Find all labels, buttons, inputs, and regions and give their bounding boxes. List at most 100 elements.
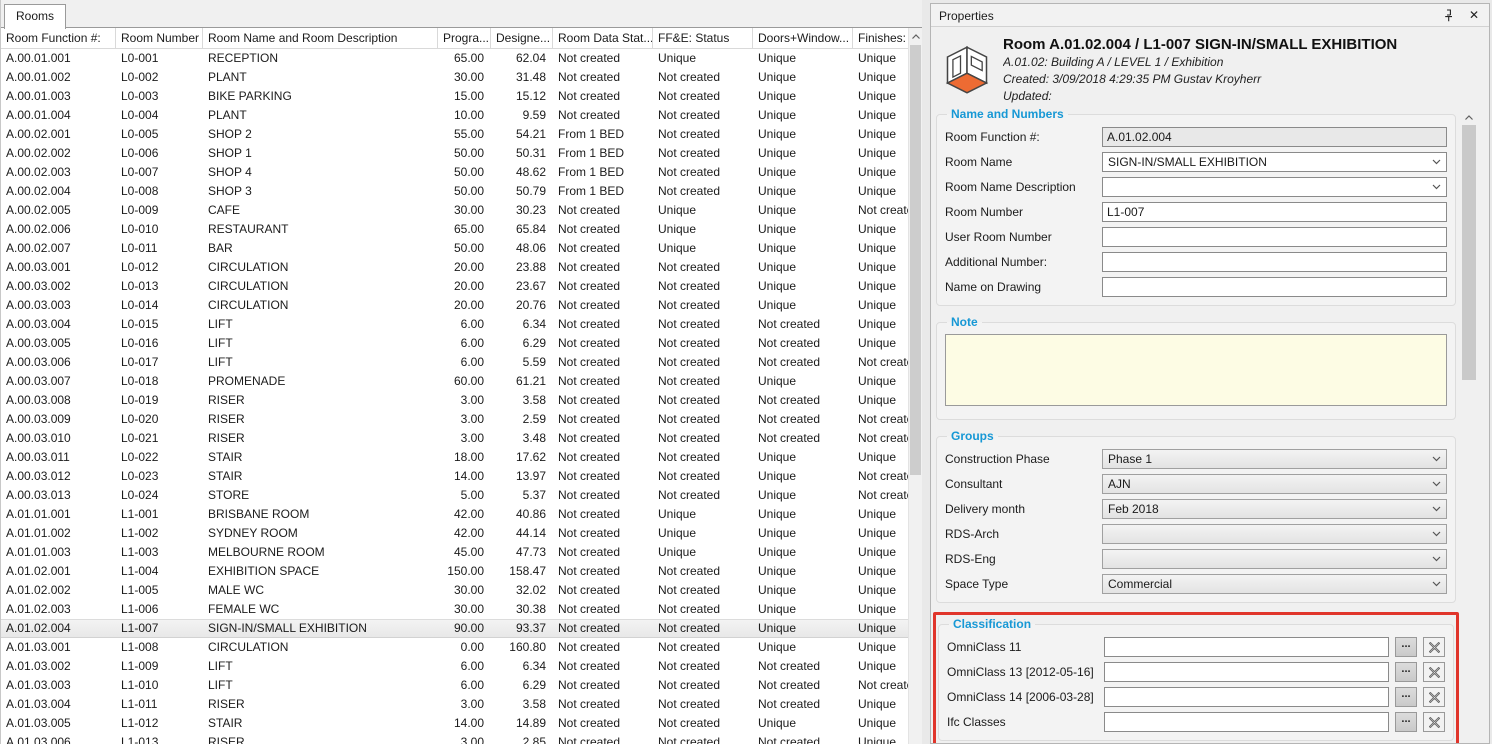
table-row[interactable]: A.00.02.004 L0-008 SHOP 3 50.00 50.79 Fr… [1, 182, 909, 201]
table-row[interactable]: A.01.02.004 L1-007 SIGN-IN/SMALL EXHIBIT… [1, 619, 909, 638]
group-field-select[interactable]: AJN [1102, 474, 1447, 494]
table-row[interactable]: A.01.03.003 L1-010 LIFT 6.00 6.29 Not cr… [1, 676, 909, 695]
browse-button[interactable]: ... [1395, 687, 1417, 707]
user-room-number-field[interactable] [1102, 227, 1447, 247]
table-row[interactable]: A.00.02.003 L0-007 SHOP 4 50.00 48.62 Fr… [1, 163, 909, 182]
cell-room-data-status: Not created [553, 429, 653, 448]
table-row[interactable]: A.00.01.002 L0-002 PLANT 30.00 31.48 Not… [1, 68, 909, 87]
table-row[interactable]: A.01.03.004 L1-011 RISER 3.00 3.58 Not c… [1, 695, 909, 714]
table-row[interactable]: A.00.02.002 L0-006 SHOP 1 50.00 50.31 Fr… [1, 144, 909, 163]
cell-programmed: 3.00 [438, 410, 491, 429]
table-row[interactable]: A.01.02.002 L1-005 MALE WC 30.00 32.02 N… [1, 581, 909, 600]
table-row[interactable]: A.00.03.002 L0-013 CIRCULATION 20.00 23.… [1, 277, 909, 296]
col-header-room-data-status[interactable]: Room Data Stat... [553, 28, 653, 48]
clear-icon[interactable] [1423, 687, 1445, 707]
cell-programmed: 6.00 [438, 315, 491, 334]
col-header-ffe-status[interactable]: FF&E: Status [653, 28, 753, 48]
cell-designed: 62.04 [491, 49, 553, 68]
table-row[interactable]: A.00.03.012 L0-023 STAIR 14.00 13.97 Not… [1, 467, 909, 486]
col-header-programmed[interactable]: Progra... [438, 28, 491, 48]
table-vertical-scrollbar[interactable] [908, 28, 922, 744]
table-row[interactable]: A.00.03.003 L0-014 CIRCULATION 20.00 20.… [1, 296, 909, 315]
room-name-description-select[interactable] [1102, 177, 1447, 197]
table-row[interactable]: A.01.01.001 L1-001 BRISBANE ROOM 42.00 4… [1, 505, 909, 524]
table-row[interactable]: A.00.03.006 L0-017 LIFT 6.00 5.59 Not cr… [1, 353, 909, 372]
group-field-select[interactable]: Feb 2018 [1102, 499, 1447, 519]
cell-room-function: A.01.01.001 [1, 505, 116, 524]
properties-scrollbar-thumb[interactable] [1462, 125, 1476, 380]
room-name-select[interactable]: SIGN-IN/SMALL EXHIBITION [1102, 152, 1447, 172]
browse-button[interactable]: ... [1395, 712, 1417, 732]
table-row[interactable]: A.00.03.007 L0-018 PROMENADE 60.00 61.21… [1, 372, 909, 391]
additional-number-field[interactable] [1102, 252, 1447, 272]
table-row[interactable]: A.00.01.003 L0-003 BIKE PARKING 15.00 15… [1, 87, 909, 106]
scroll-up-icon[interactable] [1461, 109, 1477, 125]
table-row[interactable]: A.01.01.003 L1-003 MELBOURNE ROOM 45.00 … [1, 543, 909, 562]
col-header-designed[interactable]: Designe... [491, 28, 553, 48]
classification-field-input[interactable] [1104, 712, 1389, 732]
note-textarea[interactable] [945, 334, 1447, 406]
cell-designed: 20.76 [491, 296, 553, 315]
col-header-room-function[interactable]: Room Function #: [1, 28, 116, 48]
cell-ffe-status: Not created [653, 676, 753, 695]
scroll-up-icon[interactable] [909, 28, 922, 44]
table-row[interactable]: A.00.03.001 L0-012 CIRCULATION 20.00 23.… [1, 258, 909, 277]
col-header-doors-windows[interactable]: Doors+Window... [753, 28, 853, 48]
room-number-field[interactable] [1102, 202, 1447, 222]
cell-room-data-status: Not created [553, 638, 653, 657]
cell-room-name: FEMALE WC [203, 600, 438, 619]
group-field-select[interactable] [1102, 549, 1447, 569]
room-function-field[interactable] [1102, 127, 1447, 147]
section-classification: Classification OmniClass 11 ... Omn [938, 617, 1454, 741]
table-row[interactable]: A.00.02.005 L0-009 CAFE 30.00 30.23 Not … [1, 201, 909, 220]
table-row[interactable]: A.01.02.001 L1-004 EXHIBITION SPACE 150.… [1, 562, 909, 581]
cell-room-name: RISER [203, 429, 438, 448]
browse-button[interactable]: ... [1395, 637, 1417, 657]
table-row[interactable]: A.00.03.005 L0-016 LIFT 6.00 6.29 Not cr… [1, 334, 909, 353]
table-row[interactable]: A.00.03.010 L0-021 RISER 3.00 3.48 Not c… [1, 429, 909, 448]
clear-icon[interactable] [1423, 712, 1445, 732]
cell-ffe-status: Not created [653, 182, 753, 201]
tab-rooms[interactable]: Rooms [4, 4, 66, 29]
table-row[interactable]: A.00.01.001 L0-001 RECEPTION 65.00 62.04… [1, 49, 909, 68]
table-row[interactable]: A.00.03.009 L0-020 RISER 3.00 2.59 Not c… [1, 410, 909, 429]
table-row[interactable]: A.01.03.001 L1-008 CIRCULATION 0.00 160.… [1, 638, 909, 657]
table-row[interactable]: A.00.02.007 L0-011 BAR 50.00 48.06 Not c… [1, 239, 909, 258]
table-row[interactable]: A.00.03.011 L0-022 STAIR 18.00 17.62 Not… [1, 448, 909, 467]
cell-finishes: Unique [853, 87, 909, 106]
col-header-room-number[interactable]: Room Number [116, 28, 203, 48]
table-row[interactable]: A.00.02.001 L0-005 SHOP 2 55.00 54.21 Fr… [1, 125, 909, 144]
group-field-select[interactable]: Phase 1 [1102, 449, 1447, 469]
table-row[interactable]: A.01.02.003 L1-006 FEMALE WC 30.00 30.38… [1, 600, 909, 619]
close-icon[interactable]: ✕ [1467, 8, 1481, 22]
table-row[interactable]: A.00.03.013 L0-024 STORE 5.00 5.37 Not c… [1, 486, 909, 505]
cell-ffe-status: Not created [653, 315, 753, 334]
col-header-finishes[interactable]: Finishes: St [853, 28, 909, 48]
clear-icon[interactable] [1423, 637, 1445, 657]
cell-room-function: A.00.02.004 [1, 182, 116, 201]
group-field-label: Consultant [945, 477, 1102, 491]
browse-button[interactable]: ... [1395, 662, 1417, 682]
cell-room-number: L1-013 [116, 733, 203, 744]
group-field-select[interactable] [1102, 524, 1447, 544]
table-row[interactable]: A.00.02.006 L0-010 RESTAURANT 65.00 65.8… [1, 220, 909, 239]
group-field-select[interactable]: Commercial [1102, 574, 1447, 594]
cell-room-number: L0-005 [116, 125, 203, 144]
properties-title: Properties [939, 9, 994, 23]
table-row[interactable]: A.01.03.002 L1-009 LIFT 6.00 6.34 Not cr… [1, 657, 909, 676]
table-row[interactable]: A.00.01.004 L0-004 PLANT 10.00 9.59 Not … [1, 106, 909, 125]
classification-field-input[interactable] [1104, 662, 1389, 682]
classification-field-input[interactable] [1104, 687, 1389, 707]
col-header-room-name[interactable]: Room Name and Room Description [203, 28, 438, 48]
table-row[interactable]: A.01.03.006 L1-013 RISER 3.00 2.85 Not c… [1, 733, 909, 744]
clear-icon[interactable] [1423, 662, 1445, 682]
table-row[interactable]: A.01.01.002 L1-002 SYDNEY ROOM 42.00 44.… [1, 524, 909, 543]
properties-vertical-scrollbar[interactable] [1461, 109, 1477, 741]
table-row[interactable]: A.01.03.005 L1-012 STAIR 14.00 14.89 Not… [1, 714, 909, 733]
name-on-drawing-field[interactable] [1102, 277, 1447, 297]
table-row[interactable]: A.00.03.004 L0-015 LIFT 6.00 6.34 Not cr… [1, 315, 909, 334]
pin-icon[interactable] [1441, 8, 1455, 22]
classification-field-input[interactable] [1104, 637, 1389, 657]
table-scrollbar-thumb[interactable] [910, 45, 921, 475]
table-row[interactable]: A.00.03.008 L0-019 RISER 3.00 3.58 Not c… [1, 391, 909, 410]
